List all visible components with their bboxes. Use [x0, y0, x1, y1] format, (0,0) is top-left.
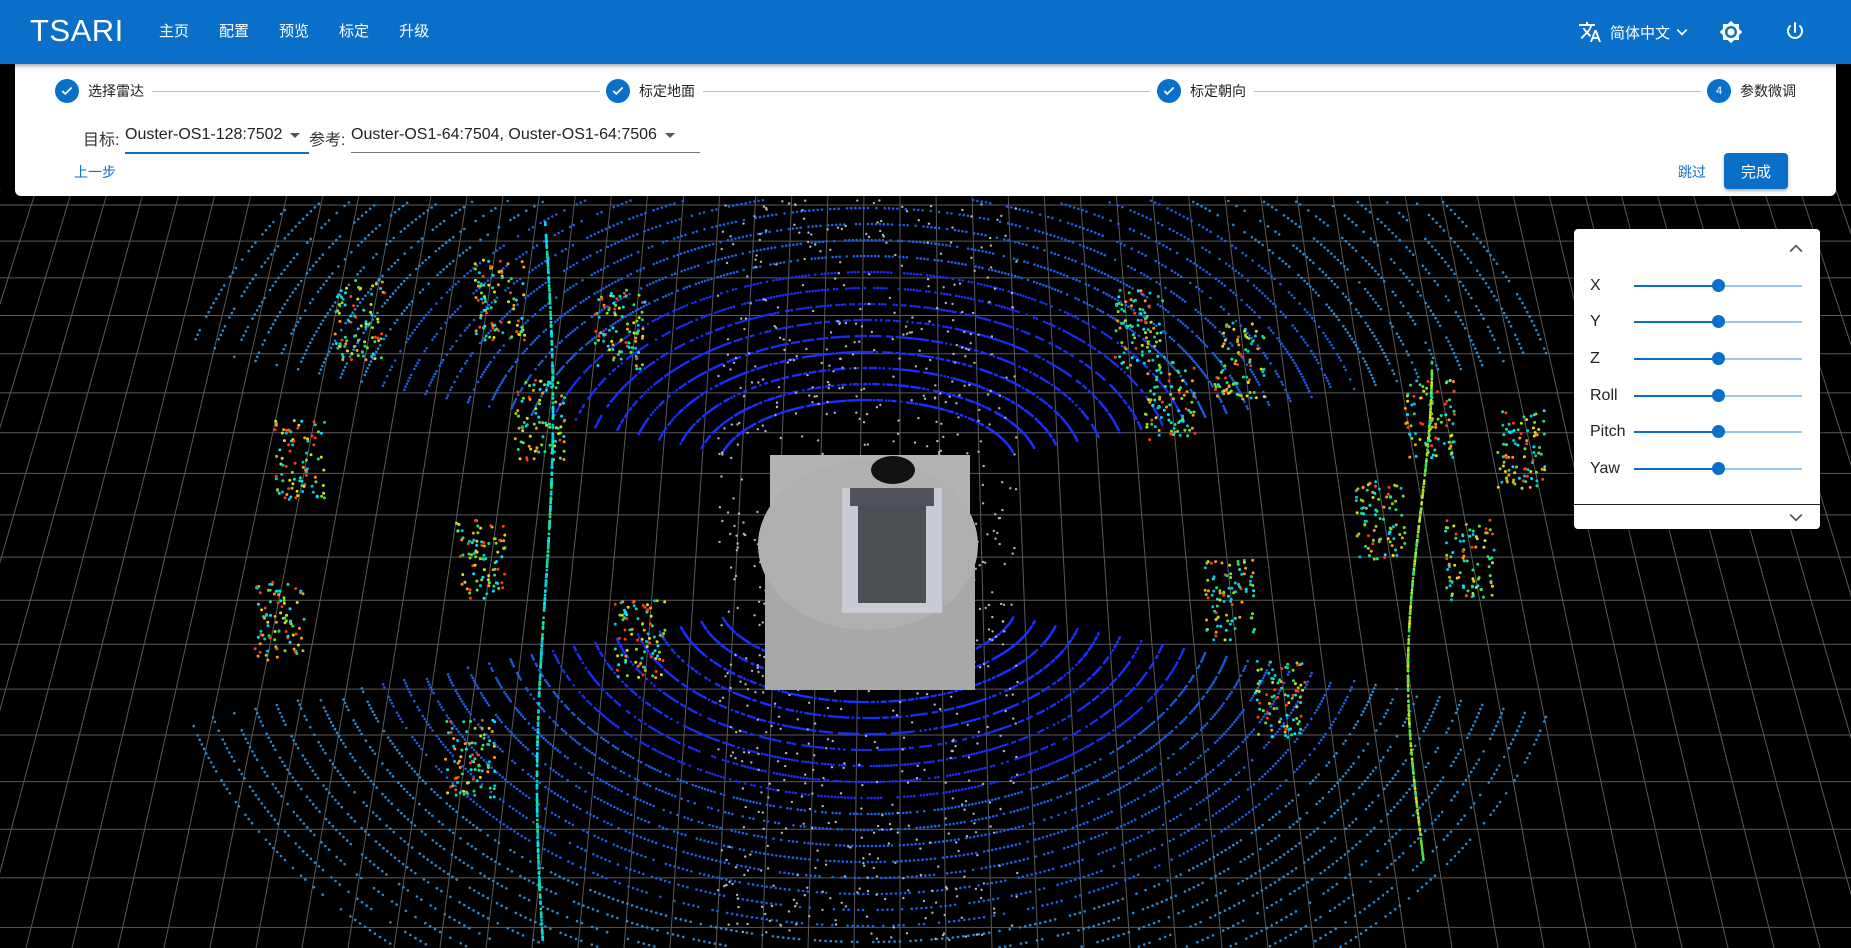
step-connector	[1254, 91, 1701, 92]
main-nav: 主页 配置 预览 标定 升级	[144, 0, 444, 64]
step-label: 标定地面	[639, 83, 695, 99]
power-icon[interactable]	[1783, 20, 1807, 44]
slider-fill	[1634, 358, 1718, 360]
skip-button[interactable]: 跳过	[1678, 162, 1706, 182]
step-label: 参数微调	[1740, 83, 1796, 99]
slider-fill	[1634, 395, 1718, 397]
step-calibrate-ground[interactable]: 标定地面	[606, 79, 695, 103]
slider-track[interactable]	[1634, 462, 1802, 475]
slider-x: X	[1590, 271, 1812, 301]
app-bar: TSARI 主页 配置 预览 标定 升级 简体中文	[0, 0, 1851, 64]
nav-preview[interactable]: 预览	[264, 0, 324, 64]
nav-upgrade[interactable]: 升级	[384, 0, 444, 64]
slider-label: Roll	[1590, 387, 1618, 404]
target-value: Ouster-OS1-128:7502	[125, 126, 283, 143]
dropdown-arrow-icon	[664, 132, 675, 138]
chevron-up-icon[interactable]	[1786, 239, 1806, 259]
slider-track[interactable]	[1634, 279, 1802, 292]
check-icon	[606, 79, 630, 103]
slider-fill	[1634, 285, 1718, 287]
check-icon	[1157, 79, 1181, 103]
step-calibrate-heading[interactable]: 标定朝向	[1157, 79, 1246, 103]
panel-divider	[1574, 504, 1820, 505]
step-connector	[703, 91, 1150, 92]
vehicle-model	[758, 455, 978, 690]
reference-select[interactable]: Ouster-OS1-64:7504, Ouster-OS1-64:7506	[351, 118, 700, 153]
brightness-icon[interactable]	[1719, 20, 1743, 44]
target-select[interactable]: Ouster-OS1-128:7502	[125, 118, 309, 154]
slider-roll: Roll	[1590, 381, 1812, 411]
vehicle-sensor	[871, 456, 915, 484]
slider-y: Y	[1590, 307, 1812, 337]
step-number: 4	[1707, 79, 1731, 103]
finish-button[interactable]: 完成	[1724, 153, 1788, 189]
slider-thumb[interactable]	[1712, 389, 1725, 402]
nav-home[interactable]: 主页	[144, 0, 204, 64]
language-label: 简体中文	[1610, 24, 1671, 42]
slider-label: X	[1590, 277, 1601, 294]
slider-thumb[interactable]	[1712, 462, 1725, 475]
slider-thumb[interactable]	[1712, 279, 1725, 292]
vehicle-roof	[850, 488, 934, 506]
slider-label: Z	[1590, 350, 1600, 367]
chevron-down-icon[interactable]	[1786, 507, 1806, 527]
target-label: 目标:	[83, 132, 120, 149]
brand-logo[interactable]: TSARI	[30, 13, 124, 49]
prev-step-button[interactable]: 上一步	[74, 162, 116, 182]
slider-track[interactable]	[1634, 425, 1802, 438]
slider-pitch: Pitch	[1590, 417, 1812, 447]
check-icon	[55, 79, 79, 103]
slider-thumb[interactable]	[1712, 352, 1725, 365]
vehicle-body	[858, 495, 926, 603]
reference-value: Ouster-OS1-64:7504, Ouster-OS1-64:7506	[351, 126, 657, 143]
step-select-radar[interactable]: 选择雷达	[55, 79, 144, 103]
slider-thumb[interactable]	[1712, 425, 1725, 438]
calibration-stepper: 选择雷达 标定地面 标定朝向 4 参数微调 目标: Ouster-OS1-128…	[15, 64, 1836, 196]
slider-label: Pitch	[1590, 423, 1626, 440]
dropdown-arrow-icon	[290, 132, 301, 138]
slider-yaw: Yaw	[1590, 454, 1812, 484]
translate-icon	[1579, 22, 1601, 42]
nav-config[interactable]: 配置	[204, 0, 264, 64]
slider-fill	[1634, 321, 1718, 323]
language-selector[interactable]: 简体中文	[1578, 20, 1689, 44]
step-label: 标定朝向	[1190, 83, 1246, 99]
slider-fill	[1634, 431, 1718, 433]
slider-z: Z	[1590, 344, 1812, 374]
slider-fill	[1634, 468, 1718, 470]
slider-track[interactable]	[1634, 352, 1802, 365]
chevron-down-icon	[1676, 29, 1688, 36]
step-label: 选择雷达	[88, 83, 144, 99]
slider-label: Yaw	[1590, 460, 1620, 477]
slider-thumb[interactable]	[1712, 315, 1725, 328]
nav-calibrate[interactable]: 标定	[324, 0, 384, 64]
slider-label: Y	[1590, 313, 1601, 330]
fine-tune-panel: X Y Z Roll Pitch Yaw	[1574, 229, 1820, 529]
slider-track[interactable]	[1634, 389, 1802, 402]
step-fine-tune[interactable]: 4 参数微调	[1707, 79, 1796, 103]
slider-track[interactable]	[1634, 315, 1802, 328]
reference-label: 参考:	[309, 132, 346, 149]
step-connector	[152, 91, 600, 92]
